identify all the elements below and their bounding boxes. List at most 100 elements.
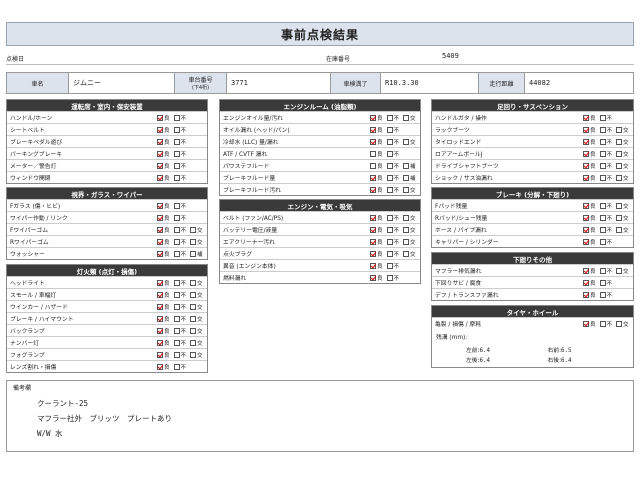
option-bad[interactable]: 不: [173, 226, 186, 234]
checkbox[interactable]: [173, 174, 180, 181]
option-good[interactable]: 良: [157, 150, 170, 158]
checkbox[interactable]: [403, 162, 410, 169]
option-bad[interactable]: 不: [386, 226, 399, 234]
option-fill[interactable]: 補: [403, 174, 416, 182]
checkbox[interactable]: [616, 214, 623, 221]
option-bad[interactable]: 不: [173, 214, 186, 222]
checkbox[interactable]: [190, 238, 197, 245]
option-good[interactable]: 良: [370, 238, 383, 246]
checkbox[interactable]: [173, 162, 180, 169]
option-bad[interactable]: 不: [386, 114, 399, 122]
option-good[interactable]: 良: [157, 291, 170, 299]
option-exchange[interactable]: 交: [403, 214, 416, 222]
checkbox[interactable]: [157, 238, 163, 245]
option-bad[interactable]: 不: [386, 174, 399, 182]
option-good[interactable]: 良: [157, 315, 170, 323]
checkbox[interactable]: [386, 186, 393, 193]
checkbox[interactable]: [403, 250, 410, 257]
checkbox[interactable]: [403, 174, 410, 181]
option-good[interactable]: 良: [583, 320, 596, 328]
checkbox[interactable]: [370, 238, 376, 245]
checkbox[interactable]: [583, 214, 589, 221]
checkbox[interactable]: [386, 226, 393, 233]
checkbox[interactable]: [173, 126, 180, 133]
checkbox[interactable]: [599, 320, 606, 327]
option-bad[interactable]: 不: [173, 126, 186, 134]
checkbox[interactable]: [386, 126, 393, 133]
checkbox[interactable]: [190, 351, 197, 358]
option-exchange[interactable]: 交: [403, 250, 416, 258]
checkbox[interactable]: [599, 226, 606, 233]
checkbox[interactable]: [173, 327, 180, 334]
option-good[interactable]: 良: [157, 126, 170, 134]
option-exchange[interactable]: 交: [616, 150, 629, 158]
option-bad[interactable]: 不: [173, 351, 186, 359]
checkbox[interactable]: [190, 279, 197, 286]
option-bad[interactable]: 不: [386, 262, 399, 270]
option-bad[interactable]: 不: [386, 150, 399, 158]
checkbox[interactable]: [157, 315, 163, 322]
option-exchange[interactable]: 交: [616, 214, 629, 222]
checkbox[interactable]: [157, 339, 163, 346]
checkbox[interactable]: [157, 250, 163, 257]
option-good[interactable]: 良: [583, 174, 596, 182]
option-exchange[interactable]: 交: [190, 339, 203, 347]
checkbox[interactable]: [386, 174, 393, 181]
checkbox[interactable]: [370, 126, 376, 133]
checkbox[interactable]: [173, 150, 180, 157]
checkbox[interactable]: [157, 138, 163, 145]
option-exchange[interactable]: 交: [190, 327, 203, 335]
checkbox[interactable]: [173, 226, 180, 233]
checkbox[interactable]: [386, 274, 393, 281]
option-exchange[interactable]: 交: [190, 351, 203, 359]
option-bad[interactable]: 不: [386, 250, 399, 258]
option-exchange[interactable]: 交: [190, 315, 203, 323]
checkbox[interactable]: [616, 320, 623, 327]
option-bad[interactable]: 不: [173, 250, 186, 258]
checkbox[interactable]: [157, 327, 163, 334]
checkbox[interactable]: [173, 238, 180, 245]
option-good[interactable]: 良: [157, 238, 170, 246]
checkbox[interactable]: [173, 315, 180, 322]
option-good[interactable]: 良: [583, 126, 596, 134]
checkbox[interactable]: [370, 262, 376, 269]
checkbox[interactable]: [173, 291, 180, 298]
option-bad[interactable]: 不: [173, 363, 186, 371]
option-good[interactable]: 良: [370, 126, 383, 134]
option-bad[interactable]: 不: [599, 214, 612, 222]
checkbox[interactable]: [157, 126, 163, 133]
checkbox[interactable]: [190, 226, 197, 233]
option-bad[interactable]: 不: [599, 291, 612, 299]
option-bad[interactable]: 不: [599, 267, 612, 275]
checkbox[interactable]: [599, 126, 606, 133]
option-bad[interactable]: 不: [386, 274, 399, 282]
option-good[interactable]: 良: [370, 186, 383, 194]
option-good[interactable]: 良: [370, 150, 383, 158]
option-good[interactable]: 良: [157, 162, 170, 170]
checkbox[interactable]: [386, 238, 393, 245]
checkbox[interactable]: [403, 138, 410, 145]
checkbox[interactable]: [173, 279, 180, 286]
option-bad[interactable]: 不: [599, 126, 612, 134]
option-good[interactable]: 良: [157, 279, 170, 287]
checkbox[interactable]: [370, 162, 376, 169]
option-exchange[interactable]: 交: [190, 291, 203, 299]
checkbox[interactable]: [616, 202, 623, 209]
option-bad[interactable]: 不: [599, 320, 612, 328]
option-bad[interactable]: 不: [173, 339, 186, 347]
checkbox[interactable]: [386, 214, 393, 221]
option-good[interactable]: 良: [583, 114, 596, 122]
checkbox[interactable]: [583, 291, 589, 298]
checkbox[interactable]: [157, 150, 163, 157]
checkbox[interactable]: [403, 214, 410, 221]
option-exchange[interactable]: 交: [190, 279, 203, 287]
checkbox[interactable]: [370, 138, 376, 145]
option-good[interactable]: 良: [157, 138, 170, 146]
option-bad[interactable]: 不: [599, 279, 612, 287]
checkbox[interactable]: [599, 162, 606, 169]
option-exchange[interactable]: 交: [190, 303, 203, 311]
checkbox[interactable]: [599, 138, 606, 145]
checkbox[interactable]: [190, 315, 197, 322]
checkbox[interactable]: [173, 351, 180, 358]
option-exchange[interactable]: 交: [616, 267, 629, 275]
